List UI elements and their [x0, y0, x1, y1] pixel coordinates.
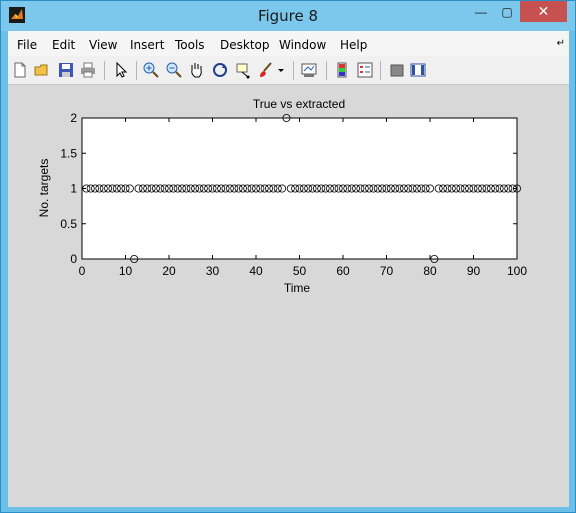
y-tick-label: 0	[70, 252, 77, 266]
show-plot-tools-icon[interactable]	[409, 61, 427, 79]
title-bar[interactable]: Figure 8 — ▢ ✕	[1, 1, 575, 31]
y-tick-label: 1.5	[60, 146, 77, 160]
dropdown-arrow-icon[interactable]	[276, 61, 286, 79]
pan-hand-icon[interactable]	[187, 61, 205, 79]
y-axis-label: No. targets	[37, 159, 51, 218]
new-figure-icon[interactable]	[11, 61, 29, 79]
dock-figure-icon[interactable]: ↵	[557, 38, 565, 49]
x-tick-label: 20	[162, 264, 176, 278]
insert-colorbar-icon[interactable]	[333, 61, 351, 79]
insert-legend-icon[interactable]	[356, 61, 374, 79]
y-tick-label: 2	[70, 111, 77, 125]
toolbar-separator	[104, 61, 105, 80]
close-button[interactable]: ✕	[520, 1, 567, 22]
zoom-in-icon[interactable]	[142, 61, 160, 79]
x-tick-label: 50	[293, 264, 307, 278]
x-tick-label: 70	[380, 264, 394, 278]
x-tick-label: 0	[79, 264, 86, 278]
figure-client-area: File Edit View Insert Tools Desktop Wind…	[8, 31, 569, 507]
menu-insert[interactable]: Insert	[130, 38, 164, 52]
rotate-3d-icon[interactable]	[211, 61, 229, 79]
link-plot-icon[interactable]	[300, 61, 318, 79]
x-tick-label: 60	[336, 264, 350, 278]
open-file-icon[interactable]	[33, 61, 51, 79]
menu-bar: File Edit View Insert Tools Desktop Wind…	[8, 31, 569, 56]
menu-view[interactable]: View	[89, 38, 117, 52]
toolbar-separator	[380, 61, 381, 80]
data-cursor-icon[interactable]	[234, 61, 252, 79]
menu-edit[interactable]: Edit	[52, 38, 75, 52]
x-tick-label: 90	[467, 264, 481, 278]
brush-icon[interactable]	[257, 61, 275, 79]
axes-box[interactable]	[81, 117, 518, 260]
x-tick-label: 100	[507, 264, 527, 278]
x-tick-label: 40	[249, 264, 263, 278]
menu-desktop[interactable]: Desktop	[220, 38, 270, 52]
y-tick-label: 0.5	[60, 217, 77, 231]
x-tick-label: 30	[206, 264, 220, 278]
menu-help[interactable]: Help	[340, 38, 367, 52]
figure-canvas: True vs extracted Time No. targets 0 10 20…	[8, 85, 569, 507]
menu-file[interactable]: File	[17, 38, 37, 52]
x-tick-label: 10	[119, 264, 133, 278]
x-axis-label: Time	[284, 281, 311, 295]
print-icon[interactable]	[79, 61, 97, 79]
maximize-button[interactable]: ▢	[494, 1, 520, 22]
save-icon[interactable]	[57, 61, 75, 79]
menu-tools[interactable]: Tools	[175, 38, 205, 52]
hide-plot-tools-icon[interactable]	[388, 61, 406, 79]
plot-svg[interactable]: True vs extracted Time No. targets 0 10 20…	[8, 85, 569, 507]
y-tick-label: 1	[70, 182, 77, 196]
chart-title: True vs extracted	[253, 97, 345, 111]
toolbar-separator	[326, 61, 327, 80]
figure-toolbar	[8, 56, 569, 85]
pointer-icon[interactable]	[112, 61, 130, 79]
zoom-out-icon[interactable]	[165, 61, 183, 79]
x-tick-label: 80	[423, 264, 437, 278]
menu-window[interactable]: Window	[279, 38, 326, 52]
toolbar-separator	[293, 61, 294, 80]
minimize-button[interactable]: —	[468, 1, 494, 22]
matlab-figure-window: Figure 8 — ▢ ✕ File Edit View Insert Too…	[0, 0, 576, 513]
toolbar-separator	[136, 61, 137, 80]
